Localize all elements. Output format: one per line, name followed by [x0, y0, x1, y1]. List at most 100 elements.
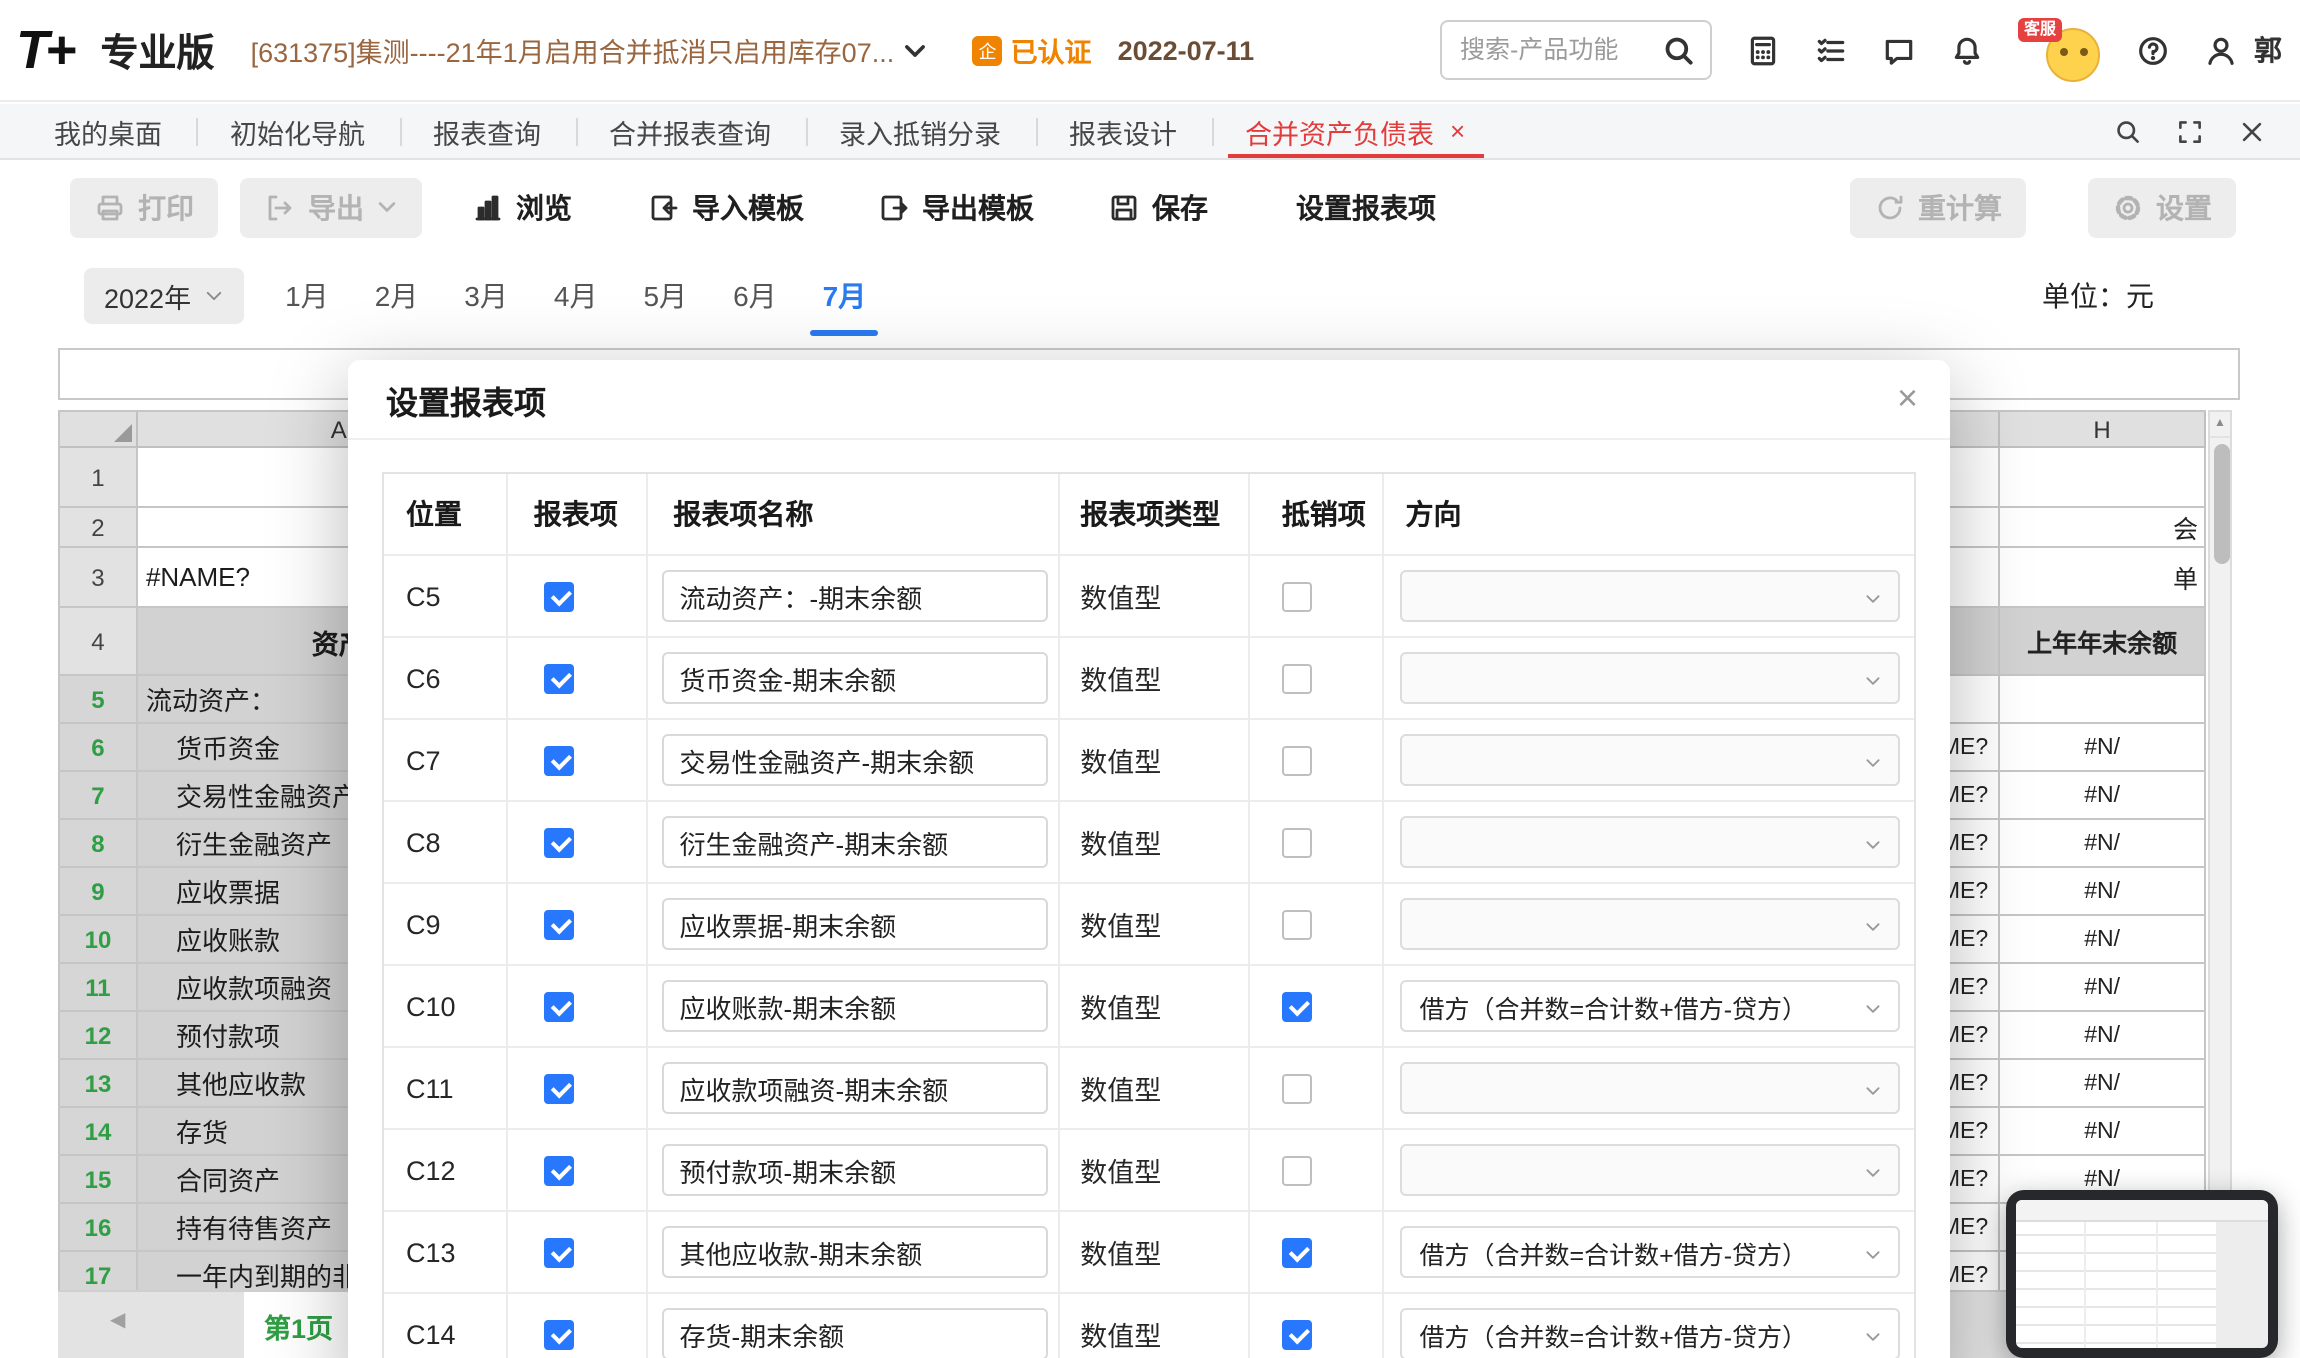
account-selector[interactable]: [631375]集测----21年1月启用合并抵消只启用库存07...: [251, 30, 929, 70]
settings-button[interactable]: 设置: [2088, 177, 2236, 237]
tab[interactable]: 录入抵销分录 ×: [805, 104, 1035, 158]
offset-item-checkbox[interactable]: [1281, 909, 1312, 939]
report-item-checkbox[interactable]: [543, 663, 574, 693]
row-number[interactable]: 9: [60, 868, 138, 916]
row-number[interactable]: 8: [60, 820, 138, 868]
task-list-icon[interactable]: [1814, 33, 1848, 67]
row-number[interactable]: 11: [60, 964, 138, 1012]
save-button[interactable]: 保存: [1108, 187, 1208, 227]
report-item-name-input[interactable]: [661, 652, 1048, 704]
row-number[interactable]: 2: [60, 508, 138, 548]
month-tab[interactable]: 1月: [277, 252, 337, 340]
month-tab[interactable]: 5月: [635, 252, 695, 340]
direction-select[interactable]: 借方（合并数=合计数+借方-贷方）: [1399, 1308, 1900, 1358]
row-number[interactable]: 1: [60, 448, 138, 508]
cell-h[interactable]: #N/: [2000, 724, 2207, 772]
column-header-h[interactable]: H: [2000, 412, 2206, 448]
report-item-name-input[interactable]: [661, 1062, 1048, 1114]
print-button[interactable]: 打印: [70, 177, 218, 237]
scroll-up-icon[interactable]: ▲: [2210, 412, 2230, 438]
report-item-name-input[interactable]: [661, 1308, 1048, 1358]
export-button[interactable]: 导出: [240, 177, 422, 237]
search-icon[interactable]: [1662, 33, 1696, 67]
cell-h[interactable]: #N/: [2000, 916, 2207, 964]
tab[interactable]: 我的桌面 ×: [20, 104, 196, 158]
row-number[interactable]: 5: [60, 676, 138, 724]
tab-close-icon[interactable]: ×: [1450, 118, 1465, 144]
feedback-icon[interactable]: [1882, 33, 1916, 67]
offset-item-checkbox[interactable]: [1281, 827, 1312, 857]
browse-button[interactable]: 浏览: [472, 187, 572, 227]
row-number[interactable]: 14: [60, 1108, 138, 1156]
report-item-name-input[interactable]: [661, 1144, 1048, 1196]
select-all-corner[interactable]: [60, 412, 138, 448]
notifications-icon[interactable]: [1950, 33, 1984, 67]
report-item-checkbox[interactable]: [543, 827, 574, 857]
recalculate-button[interactable]: 重计算: [1850, 177, 2026, 237]
row-number[interactable]: 7: [60, 772, 138, 820]
cell-h[interactable]: #N/: [2000, 772, 2207, 820]
window-close-icon[interactable]: [2238, 117, 2266, 145]
offset-item-checkbox[interactable]: [1281, 1319, 1312, 1349]
row-number[interactable]: 12: [60, 1012, 138, 1060]
cell-h[interactable]: 上年年末余额: [2000, 608, 2207, 676]
cell-h[interactable]: [2000, 676, 2207, 724]
support-mascot[interactable]: 客服: [2018, 18, 2102, 82]
offset-item-checkbox[interactable]: [1281, 663, 1312, 693]
report-preview-thumbnail[interactable]: [2006, 1190, 2278, 1358]
month-tab[interactable]: 3月: [456, 252, 516, 340]
report-item-checkbox[interactable]: [543, 1319, 574, 1349]
offset-item-checkbox[interactable]: [1281, 745, 1312, 775]
tab[interactable]: 报表设计 ×: [1035, 104, 1211, 158]
cell-h[interactable]: #N/: [2000, 1060, 2207, 1108]
offset-item-checkbox[interactable]: [1281, 581, 1312, 611]
cell-h[interactable]: 单: [2000, 548, 2206, 608]
offset-item-checkbox[interactable]: [1281, 1073, 1312, 1103]
direction-select[interactable]: 借方（合并数=合计数+借方-贷方）: [1399, 1226, 1900, 1278]
search-box[interactable]: [1440, 20, 1712, 80]
report-item-checkbox[interactable]: [543, 1155, 574, 1185]
month-tab[interactable]: 4月: [546, 252, 606, 340]
tab[interactable]: 合并报表查询 ×: [575, 104, 805, 158]
report-item-checkbox[interactable]: [543, 1073, 574, 1103]
cell-h[interactable]: #N/: [2000, 820, 2207, 868]
cell-h[interactable]: #N/: [2000, 964, 2207, 1012]
offset-item-checkbox[interactable]: [1281, 1155, 1312, 1185]
direction-select[interactable]: [1399, 816, 1900, 868]
direction-select[interactable]: [1399, 898, 1900, 950]
set-report-items-button[interactable]: 设置报表项: [1296, 187, 1436, 227]
tab[interactable]: 初始化导航 ×: [196, 104, 399, 158]
report-item-checkbox[interactable]: [543, 581, 574, 611]
tab[interactable]: 合并资产负债表 ×: [1211, 104, 1499, 158]
tab[interactable]: 报表查询 ×: [399, 104, 575, 158]
cell-h[interactable]: #N/: [2000, 868, 2207, 916]
report-item-name-input[interactable]: [661, 898, 1048, 950]
row-number[interactable]: 13: [60, 1060, 138, 1108]
direction-select[interactable]: [1399, 734, 1900, 786]
tab-search-icon[interactable]: [2114, 117, 2142, 145]
report-item-checkbox[interactable]: [543, 1237, 574, 1267]
search-input[interactable]: [1460, 36, 1662, 64]
month-tab[interactable]: 2月: [367, 252, 427, 340]
dialog-close-icon[interactable]: ×: [1897, 380, 1918, 416]
row-number[interactable]: 10: [60, 916, 138, 964]
month-tab[interactable]: 7月: [815, 252, 875, 340]
report-item-checkbox[interactable]: [543, 745, 574, 775]
prev-page-icon[interactable]: ◀: [110, 1310, 125, 1332]
row-number[interactable]: 3: [60, 548, 138, 608]
row-number[interactable]: 15: [60, 1156, 138, 1204]
direction-select[interactable]: [1399, 652, 1900, 704]
scrollbar-thumb[interactable]: [2214, 444, 2230, 564]
year-selector[interactable]: 2022年: [84, 268, 244, 324]
cell-h[interactable]: #N/: [2000, 1012, 2207, 1060]
fullscreen-icon[interactable]: [2176, 117, 2204, 145]
report-item-name-input[interactable]: [661, 1226, 1048, 1278]
help-icon[interactable]: [2136, 33, 2170, 67]
month-tab[interactable]: 6月: [725, 252, 785, 340]
calculator-icon[interactable]: [1746, 33, 1780, 67]
report-item-name-input[interactable]: [661, 570, 1048, 622]
report-item-checkbox[interactable]: [543, 909, 574, 939]
row-number[interactable]: 4: [60, 608, 138, 676]
offset-item-checkbox[interactable]: [1281, 1237, 1312, 1267]
offset-item-checkbox[interactable]: [1281, 991, 1312, 1021]
